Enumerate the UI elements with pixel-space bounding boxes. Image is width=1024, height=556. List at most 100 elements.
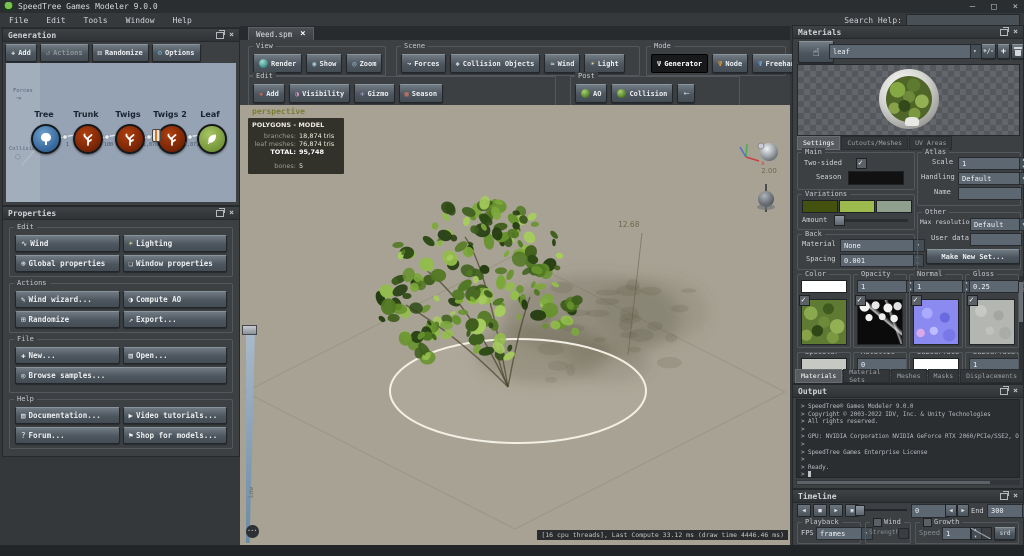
variation-swatch-1[interactable] (802, 200, 838, 213)
browse-samples-button[interactable]: ◎ Browse samples... (15, 367, 227, 384)
menu-help[interactable]: Help (164, 16, 201, 25)
tab-cutouts-meshes[interactable]: Cutouts/Meshes (841, 136, 909, 150)
user-data-input[interactable] (970, 233, 1022, 246)
play-button[interactable]: ▶ (829, 504, 843, 517)
add-generator-button[interactable]: ✚ Add (5, 44, 37, 62)
options-button[interactable]: ⚙ Options (151, 44, 201, 62)
documentation-button[interactable]: ▤ Documentation... (15, 407, 120, 424)
node-mode-button[interactable]: Ψ Node (712, 54, 749, 73)
spinner-arrows-icon[interactable] (1019, 157, 1024, 170)
actions-button[interactable]: ↺ Actions (39, 44, 89, 62)
generator-graph[interactable]: Forces ↝ Collision ◌ Tree Trunk Twigs Tw… (6, 63, 236, 202)
window-properties-button[interactable]: ❏ Window properties (122, 255, 227, 272)
spacing-stepper[interactable]: 0.001 (840, 254, 924, 267)
variation-swatch-3[interactable] (876, 200, 912, 213)
lighting-button[interactable]: ☀ Lighting (122, 235, 227, 252)
make-new-set-button[interactable]: Make New Set... (926, 249, 1020, 264)
twigs2-node[interactable] (157, 124, 187, 154)
atlas-name-input[interactable] (958, 187, 1022, 200)
normal-map-checkbox[interactable] (911, 295, 922, 306)
forces-button[interactable]: ↝ Forces (401, 54, 446, 73)
step-back-button[interactable]: ◀ (945, 504, 957, 517)
growth-srd-button[interactable]: srd (994, 527, 1016, 540)
timeline-panel-titlebar[interactable]: Timeline × (793, 490, 1023, 503)
light-direction-widget[interactable] (757, 184, 775, 212)
growth-checkbox[interactable] (923, 518, 932, 527)
collision-post-button[interactable]: Collision (611, 84, 674, 103)
randomize-button[interactable]: ⚄ Randomize (91, 44, 149, 62)
tab-meshes[interactable]: Meshes (891, 369, 927, 383)
rotation-sphere-widget[interactable]: 2.00 (757, 142, 778, 175)
close-panel-icon[interactable]: × (229, 209, 234, 217)
maximize-icon[interactable]: □ (991, 2, 996, 12)
compute-ao-button[interactable]: ◑ Compute AO (122, 291, 227, 308)
timeline-slider-handle[interactable] (855, 505, 865, 516)
minimize-icon[interactable]: – (970, 2, 975, 12)
maps-scrollbar[interactable] (1019, 276, 1023, 372)
stop-button[interactable]: ■ (813, 504, 827, 517)
amount-slider-track[interactable] (834, 219, 908, 222)
amount-slider-handle[interactable] (834, 215, 845, 226)
close-icon[interactable]: × (1013, 2, 1018, 12)
back-button[interactable]: ← (677, 84, 696, 103)
tab-displacements[interactable]: Displacements (960, 369, 1023, 383)
randomize-button[interactable]: ⊞ Randomize (15, 311, 120, 328)
menu-edit[interactable]: Edit (37, 16, 74, 25)
add-button[interactable]: ✚ Add (253, 84, 285, 103)
properties-panel-titlebar[interactable]: Properties × (3, 207, 239, 220)
float-panel-icon[interactable] (1000, 490, 1010, 500)
new-file-button[interactable]: ✚ New... (15, 347, 120, 364)
camera-label[interactable]: perspective (252, 107, 305, 116)
wind-button[interactable]: ∿ Wind (15, 235, 120, 252)
atlas-handling-select[interactable]: Default (958, 172, 1024, 185)
close-panel-icon[interactable]: × (1013, 492, 1018, 500)
color-swatch[interactable] (801, 280, 847, 293)
generation-panel-titlebar[interactable]: Generation × (3, 29, 239, 42)
lod-slider-handle[interactable] (242, 325, 257, 335)
forum-button[interactable]: ? Forum... (15, 427, 120, 444)
float-panel-icon[interactable] (1000, 385, 1010, 395)
shop-models-button[interactable]: ⚑ Shop for models... (122, 427, 227, 444)
wind-checkbox[interactable] (873, 518, 882, 527)
rewind-button[interactable]: ◀ (797, 504, 811, 517)
color-map-checkbox[interactable] (799, 295, 810, 306)
tree-node[interactable] (31, 124, 61, 154)
float-panel-icon[interactable] (1000, 26, 1010, 36)
close-panel-icon[interactable]: × (1013, 387, 1018, 395)
delete-material-button[interactable] (1011, 44, 1024, 59)
opacity-stepper[interactable]: 1 (857, 280, 917, 293)
output-scrollbar[interactable] (796, 480, 1020, 485)
menu-file[interactable]: File (0, 16, 37, 25)
show-button[interactable]: ◉ Show (306, 54, 343, 73)
add-material-button[interactable]: + (997, 44, 1010, 59)
materials-panel-titlebar[interactable]: Materials × (793, 26, 1023, 39)
menu-window[interactable]: Window (117, 16, 164, 25)
opacity-map-checkbox[interactable] (855, 295, 866, 306)
max-resolution-select[interactable]: Default (970, 218, 1024, 231)
twigs-node[interactable] (115, 124, 145, 154)
tab-material-sets[interactable]: Material Sets (843, 368, 891, 384)
output-console[interactable]: > SpeedTree® Games Modeler 9.0.0 > Copyr… (796, 399, 1020, 478)
expand-collapse-button[interactable]: +/- (981, 44, 996, 59)
video-tutorials-button[interactable]: ▶ Video tutorials... (122, 407, 227, 424)
gloss-stepper[interactable]: 0.25 (969, 280, 1024, 293)
collision-objects-button[interactable]: ❖ Collision Objects (449, 54, 541, 73)
wind-button[interactable]: ≈ Wind (544, 54, 581, 73)
normal-stepper[interactable]: 1 (913, 280, 973, 293)
season-button[interactable]: ▦ Season (398, 84, 444, 103)
trunk-node[interactable] (73, 124, 103, 154)
document-tab[interactable]: Weed.spm × (248, 27, 314, 40)
open-file-button[interactable]: ▤ Open... (122, 347, 227, 364)
tab-masks[interactable]: Masks (927, 369, 960, 383)
viewport-3d[interactable]: 12.68 x 2.00 perspective POLYGONS - MODE… (240, 105, 790, 545)
back-material-select[interactable]: None (840, 239, 925, 252)
leaf-node[interactable] (197, 124, 227, 154)
global-properties-button[interactable]: ⊕ Global properties (15, 255, 120, 272)
light-button[interactable]: ☀ Light (584, 54, 625, 73)
export-button[interactable]: ↗ Export... (122, 311, 227, 328)
close-panel-icon[interactable]: × (1013, 28, 1018, 36)
step-forward-button[interactable]: ▶ (957, 504, 969, 517)
wind-wizard-button[interactable]: ✎ Wind wizard... (15, 291, 120, 308)
season-swatch[interactable] (848, 171, 904, 185)
two-sided-checkbox[interactable] (856, 158, 867, 169)
